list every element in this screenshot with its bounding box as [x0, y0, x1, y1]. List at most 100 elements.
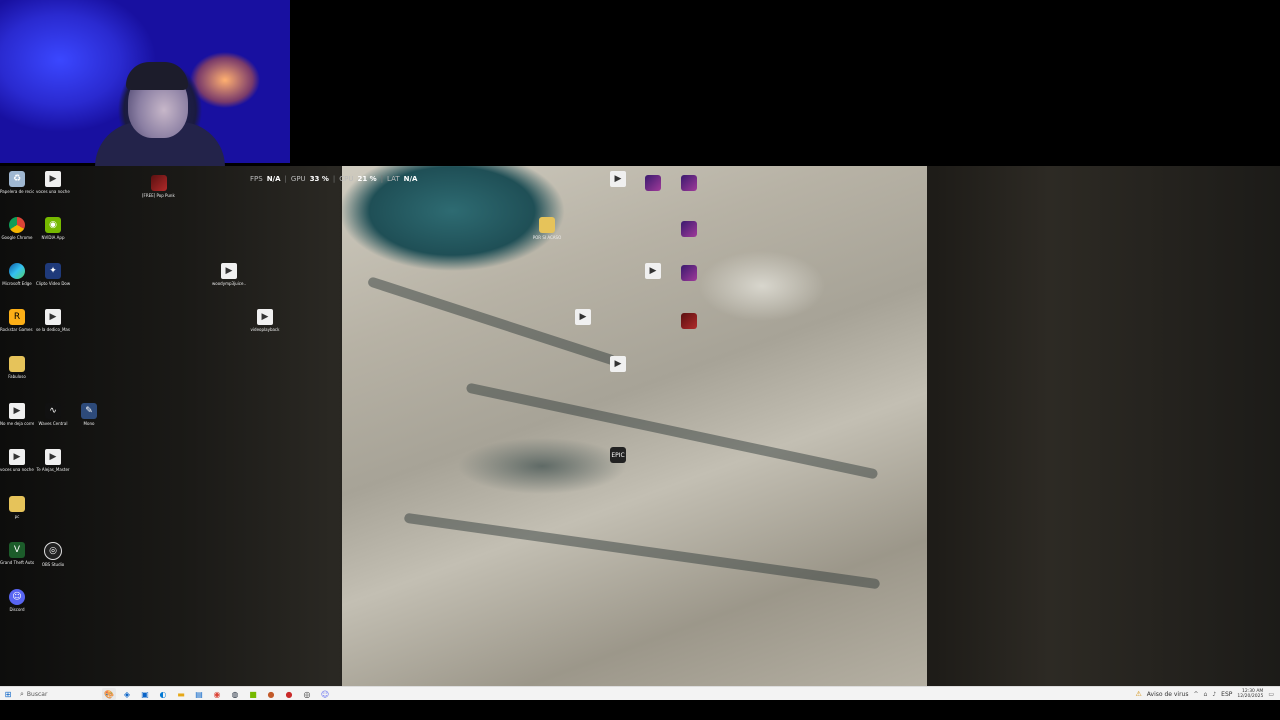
desktop-icon-label: voces una noche mas mas anegl... — [36, 189, 70, 194]
desktop-icon-file[interactable]: ▶ — [566, 309, 600, 325]
desktop-icon-label: No me deja correr-2_Master — [0, 421, 34, 426]
desktop-icon-epic-games[interactable]: EPIC — [601, 447, 635, 463]
desktop-icon-file[interactable]: ▶ — [601, 356, 635, 372]
clock[interactable]: 12:30 AM 12/20/2025 — [1237, 689, 1263, 699]
desktop-icon-recycle-bin[interactable]: ♻ Papelera de reciclaje — [0, 171, 34, 194]
desktop-icon-label: Fabuloso — [8, 374, 26, 379]
desktop-icon-thumbnail[interactable] — [672, 313, 706, 329]
file-icon: ▶ — [257, 309, 273, 325]
desktop-icon-waves[interactable]: ∿ Waves Central — [36, 403, 70, 426]
taskbar-app-task-view[interactable]: ▣ — [138, 688, 152, 700]
divider: | — [332, 175, 336, 183]
network-icon[interactable]: ⌂ — [1204, 691, 1208, 698]
desktop-icon-fabuloso[interactable]: Fabuloso — [0, 356, 34, 379]
desktop-icon-dedico[interactable]: ▶ se la dedico_Master — [36, 309, 70, 332]
language-indicator[interactable]: ESP — [1221, 691, 1232, 698]
lat-value: N/A — [403, 175, 418, 183]
desktop-icon-clipto[interactable]: ✦ Clipto Video Downloader — [36, 263, 70, 286]
taskbar-app-discord[interactable]: ☺ — [318, 688, 332, 700]
desktop-icon-discord[interactable]: ☺ Discord — [0, 589, 34, 612]
thumbnail-icon — [681, 313, 697, 329]
file-icon: ▶ — [45, 171, 61, 187]
desktop-icon-label: videoplayback — [250, 327, 280, 332]
taskbar-app-widget[interactable]: 🎨 — [102, 688, 116, 700]
wallpaper-ridge — [465, 382, 879, 480]
desktop-icon-label: voces una noche mas mas_Mas... — [0, 467, 34, 472]
webcam-person-cap — [126, 62, 188, 90]
taskbar: ⊞ ⌕ Buscar 🎨 ◈ ▣ ◐ ▬ ▤ ◉ ◍ ■ ● ● ◎ ☺ ⚠ A… — [0, 686, 1280, 701]
file-icon: ▶ — [645, 263, 661, 279]
cpu-value: 21 % — [357, 175, 377, 183]
taskbar-app-orange[interactable]: ● — [264, 688, 278, 700]
desktop-icon-nvidia[interactable]: ◉ NVIDIA App — [36, 217, 70, 240]
epic-games-icon: EPIC — [610, 447, 626, 463]
discord-icon: ☺ — [9, 589, 25, 605]
taskbar-app-steam[interactable]: ◍ — [228, 688, 242, 700]
gpu-label: GPU — [290, 175, 306, 183]
search-box[interactable]: ⌕ Buscar — [16, 689, 100, 699]
desktop-background — [0, 166, 1280, 686]
file-icon: ▶ — [45, 309, 61, 325]
thumbnail-icon — [681, 265, 697, 281]
desktop-icon-thumbnail[interactable] — [672, 221, 706, 237]
file-icon: ▶ — [610, 356, 626, 372]
desktop-icon-label: Papelera de reciclaje — [0, 189, 34, 194]
file-icon: ▶ — [575, 309, 591, 325]
taskbar-app-copilot[interactable]: ◈ — [120, 688, 134, 700]
desktop-icon-label: Google Chrome — [1, 235, 33, 240]
wallpaper-ridge — [403, 512, 881, 590]
file-icon: ▶ — [610, 171, 626, 187]
desktop-icon-thumbnail[interactable] — [672, 265, 706, 281]
taskbar-app-edge[interactable]: ◐ — [156, 688, 170, 700]
desktop-icon-wood-file[interactable]: ▶ woodymp3juice... FREE Kyle Ko... — [212, 263, 246, 286]
lat-label: LAT — [387, 175, 400, 183]
desktop-icon-voces-1[interactable]: ▶ voces una noche mas mas anegl... — [36, 171, 70, 194]
desktop-icon-label: Rockstar Games Launcher — [0, 327, 34, 332]
desktop-icon-te-alejas[interactable]: ▶ Te Alejas_Master — [36, 449, 70, 472]
webcam-overlay — [0, 0, 290, 167]
desktop-icon-videoplayback[interactable]: ▶ videoplayback — [248, 309, 282, 332]
taskbar-app-chrome[interactable]: ◉ — [210, 688, 224, 700]
desktop-icon-por-si-acaso[interactable]: POR SI ACASO — [530, 217, 564, 240]
notification-icon[interactable]: ▭ — [1268, 691, 1274, 698]
desktop-icon-gta[interactable]: V Grand Theft Auto V Enhanced — [0, 542, 34, 565]
desktop-icon-file[interactable]: ▶ — [636, 263, 670, 279]
desktop-icon-voces-2[interactable]: ▶ voces una noche mas mas_Mas... — [0, 449, 34, 472]
taskbar-app-red[interactable]: ● — [282, 688, 296, 700]
wallpaper-image — [342, 166, 927, 686]
start-button[interactable]: ⊞ — [0, 687, 16, 701]
fps-value: N/A — [266, 175, 281, 183]
clock-date: 12/20/2025 — [1237, 694, 1264, 699]
desktop-icon-file[interactable]: ▶ — [601, 171, 635, 187]
desktop-icon-chrome[interactable]: Google Chrome — [0, 217, 34, 240]
thumbnail-icon — [681, 175, 697, 191]
taskbar-app-obs[interactable]: ◎ — [300, 688, 314, 700]
desktop-icon-label: OBS Studio — [41, 562, 65, 567]
performance-overlay: FPS N/A | GPU 33 % | CPU 21 % | LAT N/A — [250, 174, 417, 184]
desktop-icon-no-me-deja[interactable]: ▶ No me deja correr-2_Master — [0, 403, 34, 426]
desktop-icon-obs[interactable]: ◎ OBS Studio — [36, 542, 70, 567]
desktop-icon-mono[interactable]: ✎ Mono — [72, 403, 106, 426]
warning-icon[interactable]: ⚠ — [1136, 690, 1142, 698]
desktop-icon-label: NVIDIA App — [41, 235, 65, 240]
chevron-up-icon[interactable]: ^ — [1193, 691, 1198, 698]
taskbar-app-nvidia[interactable]: ■ — [246, 688, 260, 700]
desktop-icon-rockstar[interactable]: R Rockstar Games Launcher — [0, 309, 34, 332]
taskbar-app-file-explorer[interactable]: ▬ — [174, 688, 188, 700]
desktop-icon-pc[interactable]: pc — [0, 496, 34, 519]
desktop-icon-thumbnail[interactable] — [636, 175, 670, 191]
desktop-icon-label: [FREE] Pop Punk x Alternative R... — [142, 193, 176, 198]
desktop-icon-edge[interactable]: Microsoft Edge — [0, 263, 34, 286]
zip-file-icon — [9, 356, 25, 372]
desktop-icon-label: Clipto Video Downloader — [36, 281, 70, 286]
file-icon: ▶ — [9, 403, 25, 419]
waves-icon: ∿ — [45, 403, 61, 419]
volume-icon[interactable]: ♪ — [1212, 691, 1216, 698]
tray-warning-text[interactable]: Aviso de virus — [1147, 691, 1189, 698]
taskbar-app-store[interactable]: ▤ — [192, 688, 206, 700]
file-icon: ▶ — [221, 263, 237, 279]
desktop-icon-pop-punk[interactable]: [FREE] Pop Punk x Alternative R... — [142, 175, 176, 198]
desktop-icon-label: woodymp3juice... FREE Kyle Ko... — [212, 281, 246, 286]
desktop-icon-thumbnail[interactable] — [672, 175, 706, 191]
zip-file-icon — [539, 217, 555, 233]
